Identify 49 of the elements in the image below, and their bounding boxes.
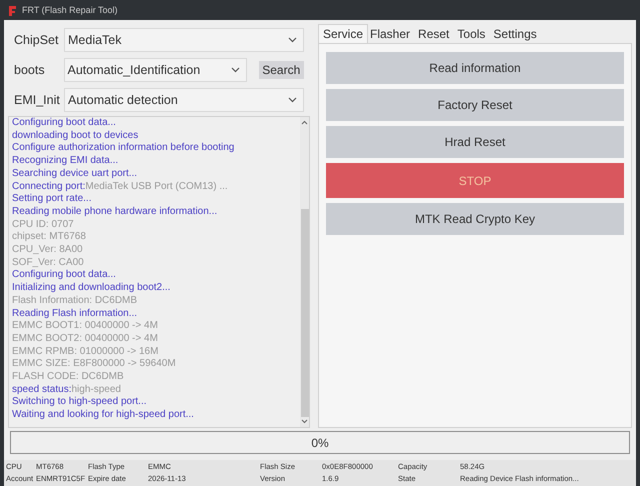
log-line: CPU_Ver: 8A00 [12,244,84,257]
app-icon [8,4,17,16]
log-line: Flash Information: DC6DMB [12,294,138,308]
log-line: Configuring boot data... [12,269,117,282]
log-line: Initializing and downloading boot2... [12,282,172,295]
log-line: downloading boot to devices [12,130,140,142]
dropdown[interactable]: Automatic_Identification [64,58,246,82]
log-line: CPU ID: 0707 [12,218,75,232]
window-title: FRT (Flash Repair Tool) [22,5,118,15]
tab[interactable]: Tools [455,25,492,43]
log-line: EMMC BOOT2: 00400000 -> 4M [12,332,159,346]
log-line: EMMC RPMB: 01000000 -> 16M [12,346,160,358]
log-line: FLASH CODE: DC6DMB [12,371,125,384]
action-button[interactable]: Read information [326,52,624,84]
tab[interactable]: Reset [416,25,456,43]
log-line: Recognizing EMI data... [12,155,120,168]
log-line: chipset: MT6768 [12,231,87,244]
tab[interactable]: Flasher [368,25,416,43]
chevron-icon [288,37,297,43]
action-button[interactable]: Hrad Reset [326,126,624,158]
search-button[interactable]: Search [258,61,304,79]
dropdown[interactable]: MediaTek [64,28,304,52]
chevron-icon [230,67,240,73]
progress-text: 0% [311,436,329,450]
tab[interactable]: Settings [491,25,543,43]
log-line: Waiting and looking for high-speed port... [12,409,195,422]
log-line: Configuring boot data... [12,117,117,130]
scroll-down-icon[interactable] [301,419,308,424]
tab[interactable]: Service [318,24,368,43]
action-button[interactable]: MTK Read Crypto Key [326,203,624,235]
dropdown[interactable]: Automatic detection [64,88,304,112]
log-line: Connecting port:MediaTek USB Port (COM13) ... [12,180,229,194]
log-line: Searching device uart port... [12,168,138,181]
log-line: Reading mobile phone hardware information... [12,206,218,219]
action-button[interactable]: Factory Reset [326,89,624,121]
field-label: EMI_Init [14,93,60,107]
log-line: Reading Flash information... [12,308,138,320]
scrollbar[interactable] [300,117,309,427]
scroll-up-icon[interactable] [301,120,308,125]
chevron-icon [288,97,297,103]
log-line: Switching to high-speed port... [12,396,148,410]
log-line: speed status:high-speed [12,384,122,396]
log-line: Configure authorization information before booting [12,142,236,156]
log-line: EMMC SIZE: E8F800000 -> 59640M [12,358,177,372]
log-line: Setting port rate... [12,193,92,206]
log-line: SOF_Ver: CA00 [12,256,85,270]
field-label: boots [14,63,46,77]
field-label: ChipSet [14,33,60,47]
log-line: EMMC BOOT1: 00400000 -> 4M [12,320,159,333]
